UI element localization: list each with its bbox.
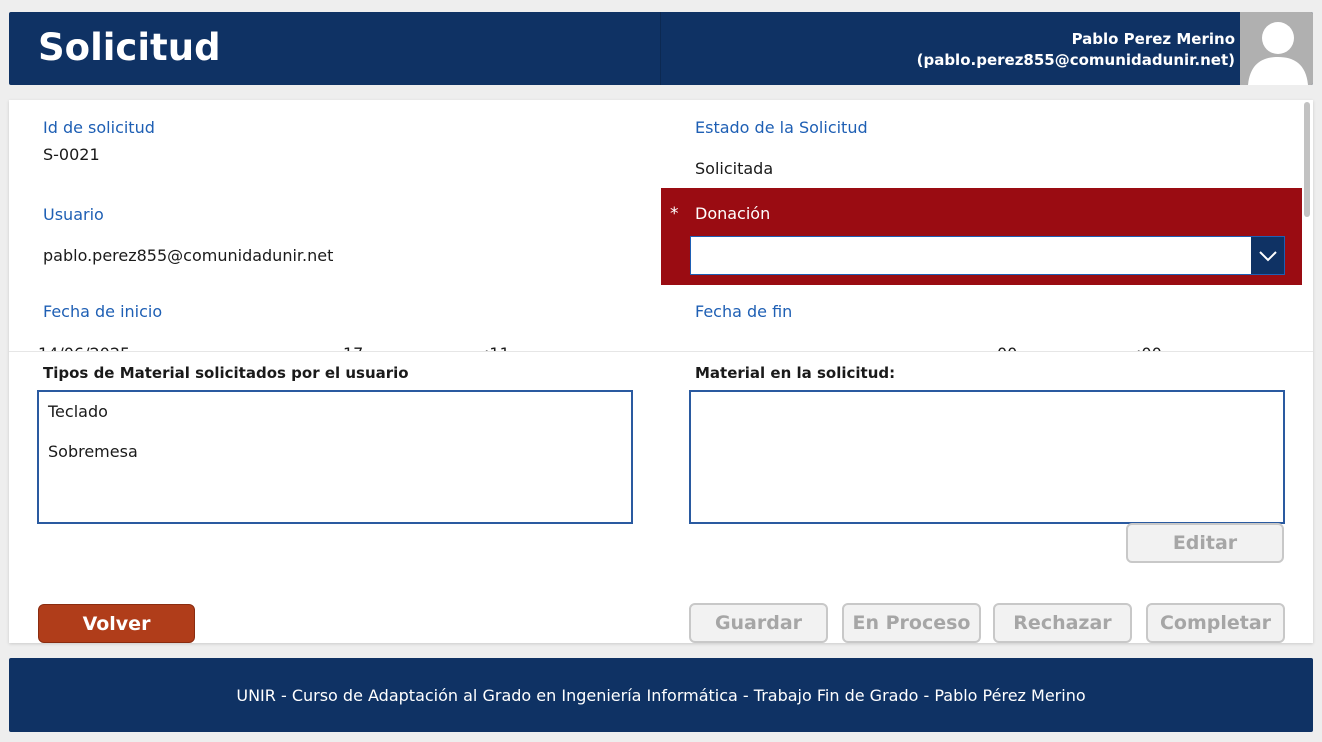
- request-material-list[interactable]: [689, 390, 1285, 524]
- estado-label: Estado de la Solicitud: [695, 118, 868, 137]
- volver-button[interactable]: Volver: [38, 604, 195, 643]
- footer-text: UNIR - Curso de Adaptación al Grado en I…: [236, 685, 1086, 705]
- donacion-field-error: * Donación: [661, 188, 1302, 285]
- id-value: S-0021: [43, 145, 100, 164]
- user-name: Pablo Perez Merino: [1071, 30, 1235, 48]
- guardar-button[interactable]: Guardar: [689, 603, 828, 643]
- user-material-types-title: Tipos de Material solicitados por el usu…: [43, 364, 409, 382]
- user-email: (pablo.perez855@comunidadunir.net): [916, 51, 1235, 69]
- app-footer: UNIR - Curso de Adaptación al Grado en I…: [9, 658, 1313, 732]
- app-header: Solicitud Pablo Perez Merino (pablo.pere…: [9, 12, 1313, 85]
- chevron-down-icon: [1258, 250, 1277, 261]
- rechazar-button[interactable]: Rechazar: [993, 603, 1132, 643]
- page-title: Solicitud: [38, 26, 221, 69]
- fecha-fin-minute[interactable]: :00: [1136, 343, 1162, 351]
- usuario-value: pablo.perez855@comunidadunir.net: [43, 246, 334, 265]
- donacion-label: Donación: [695, 204, 771, 223]
- request-card: Id de solicitud S-0021 Estado de la Soli…: [9, 100, 1313, 643]
- list-item[interactable]: Sobremesa: [48, 441, 138, 463]
- user-info: Pablo Perez Merino (pablo.perez855@comun…: [917, 29, 1235, 71]
- id-label: Id de solicitud: [43, 118, 155, 137]
- fecha-fin-hour[interactable]: 00: [997, 343, 1017, 351]
- completar-button[interactable]: Completar: [1146, 603, 1285, 643]
- fecha-inicio-date[interactable]: 14/06/2025: [38, 343, 130, 351]
- editar-button[interactable]: Editar: [1126, 523, 1284, 563]
- fecha-inicio-minute[interactable]: :11: [484, 343, 510, 351]
- required-marker: *: [670, 204, 679, 224]
- fecha-inicio-hour[interactable]: 17: [343, 343, 363, 351]
- header-divider: [660, 12, 661, 85]
- donacion-dropdown[interactable]: [690, 236, 1285, 275]
- estado-value: Solicitada: [695, 159, 774, 178]
- usuario-label: Usuario: [43, 205, 104, 224]
- avatar: [1240, 12, 1313, 85]
- form-scrollbar[interactable]: [1304, 102, 1310, 217]
- fecha-inicio-label: Fecha de inicio: [43, 302, 163, 321]
- en-proceso-button[interactable]: En Proceso: [842, 603, 981, 643]
- list-item[interactable]: Teclado: [48, 401, 108, 423]
- fecha-fin-label: Fecha de fin: [695, 302, 793, 321]
- dropdown-button[interactable]: [1251, 237, 1284, 274]
- request-form-scroll-area[interactable]: Id de solicitud S-0021 Estado de la Soli…: [9, 100, 1313, 352]
- user-avatar-icon: [1248, 22, 1308, 85]
- request-material-title: Material en la solicitud:: [695, 364, 896, 382]
- user-material-types-list[interactable]: Teclado Sobremesa: [37, 390, 633, 524]
